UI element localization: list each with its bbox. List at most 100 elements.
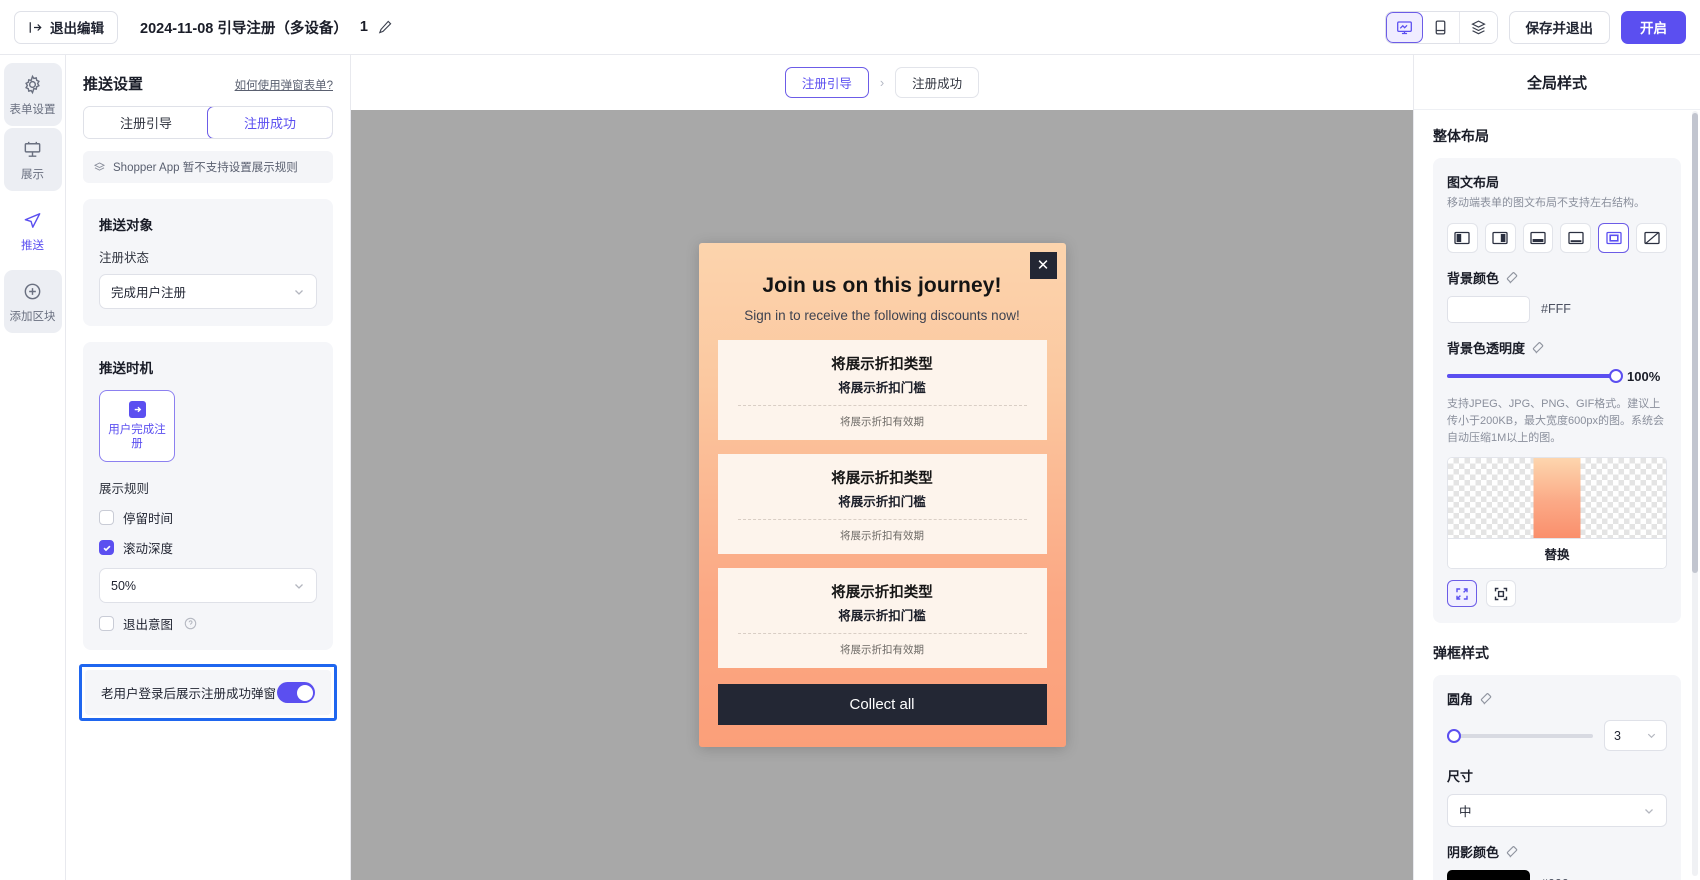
coupon-threshold: 将展示折扣门槛 [838,495,926,509]
popup-close-button[interactable]: ✕ [1029,252,1057,279]
timing-card: 推送时机 用户完成注册 展示规则 停留时间 滚动深度 50% 退出意图 [83,342,333,650]
tab-signup-success[interactable]: 注册成功 [207,107,332,138]
returning-user-popup-toggle[interactable] [277,682,315,703]
right-panel-scrollbar[interactable] [1692,113,1698,573]
document-title-text: 2024-11-08 引导注册（多设备） [140,20,348,37]
coupon-type: 将展示折扣类型 [831,471,933,487]
device-mobile-button[interactable] [1422,11,1460,43]
collect-all-button[interactable]: Collect all [717,684,1047,725]
rule-scroll-depth[interactable]: 滚动深度 [99,538,317,557]
global-style-content: 整体布局 图文布局 移动端表单的图文布局不支持左右结构。 背景颜色 #FFF 背… [1414,110,1700,880]
layout-image-background-button[interactable] [1598,222,1630,253]
device-preview-group [1384,10,1498,44]
dwell-time-checkbox[interactable] [99,510,114,525]
replace-image-button[interactable]: 替换 [1448,538,1666,569]
step-signup-success[interactable]: 注册成功 [895,67,980,98]
no-image-icon [1643,231,1660,245]
canvas-steps: 注册引导 › 注册成功 [351,55,1413,110]
display-rules-title: 展示规则 [99,482,150,496]
reset-eraser-icon[interactable] [1532,341,1545,354]
bg-color-swatch[interactable] [1447,295,1530,323]
help-circle-icon[interactable] [184,617,197,630]
shadow-color-row: #000 [1447,870,1667,880]
layout-image-top-button[interactable] [1522,222,1554,253]
exit-intent-checkbox[interactable] [99,616,114,631]
rule-exit-intent[interactable]: 退出意图 [99,614,317,633]
edit-pencil-icon[interactable] [377,19,393,35]
save-and-exit-button[interactable]: 保存并退出 [1508,10,1610,44]
toggle-knob [296,684,313,701]
reset-eraser-icon[interactable] [1506,845,1519,858]
radius-label-row: 圆角 [1447,689,1667,708]
scroll-depth-value: 50% [111,578,137,593]
signup-status-label: 注册状态 [99,251,150,265]
reset-eraser-icon[interactable] [1506,271,1519,284]
panel-title: 推送设置 [83,76,144,93]
bg-opacity-row: 100% [1447,369,1667,384]
layout-image-right-button[interactable] [1484,222,1516,253]
chevron-down-icon [1647,733,1656,739]
step-signup-guide[interactable]: 注册引导 [784,67,869,98]
returning-user-popup-row[interactable]: 老用户登录后展示注册成功弹窗 [85,670,331,715]
tab-signup-guide[interactable]: 注册引导 [84,107,208,138]
bg-color-row: #FFF [1447,295,1667,323]
radius-slider[interactable] [1447,728,1593,743]
layout-image-left-button[interactable] [1447,222,1478,253]
layers-icon [93,161,106,171]
radius-row: 3 [1447,720,1667,752]
coupon-type: 将展示折扣类型 [831,585,933,601]
signup-status-select[interactable]: 完成用户注册 [99,274,317,309]
coupon-divider [737,633,1027,634]
reset-eraser-icon[interactable] [1480,692,1493,705]
rail-item-add-block[interactable]: 添加区块 [3,270,62,333]
document-number: 1 [359,19,368,35]
radius-knob[interactable] [1447,728,1462,743]
layout-no-image-button[interactable] [1636,222,1667,253]
layout-image-bottom-button[interactable] [1560,222,1592,253]
help-link[interactable]: 如何使用弹窗表单? [235,77,333,93]
thumbnail-gradient [1533,458,1581,539]
app-root: 退出编辑 2024-11-08 引导注册（多设备） 1 保存并退出 开启 表单设… [0,0,1700,880]
rail-label-add-block: 添加区块 [9,311,56,323]
scroll-depth-checkbox[interactable] [99,540,114,555]
scroll-depth-select[interactable]: 50% [99,568,317,603]
rail-item-push[interactable]: 推送 [4,199,62,262]
shadow-color-label: 阴影颜色 [1447,845,1500,861]
preview-stage: ✕ Join us on this journey! Sign in to re… [351,110,1413,880]
rail-label-form-settings: 表单设置 [9,104,56,116]
coupon-validity: 将展示折扣有效期 [840,530,924,542]
publish-button[interactable]: 开启 [1621,10,1686,44]
trigger-tile-signup-complete[interactable]: 用户完成注册 [99,390,175,462]
exit-edit-button[interactable]: 退出编辑 [14,10,118,44]
image-right-icon [1492,231,1508,245]
popup-subheadline: Sign in to receive the following discoun… [744,308,1020,323]
bg-color-label-row: 背景颜色 [1447,268,1667,287]
canvas-column: 注册引导 › 注册成功 ✕ Join us on this journey! S… [351,55,1413,880]
device-multi-button[interactable] [1459,11,1497,43]
step-separator: › [879,75,885,90]
radius-select[interactable]: 3 [1604,720,1667,752]
device-desktop-button[interactable] [1385,11,1423,43]
coupon-card[interactable]: 将展示折扣类型 将展示折扣门槛 将展示折扣有效期 [717,454,1047,554]
bg-opacity-knob[interactable] [1609,369,1623,384]
coupon-card[interactable]: 将展示折扣类型 将展示折扣门槛 将展示折扣有效期 [717,568,1047,668]
coupon-divider [737,519,1027,520]
left-rail: 表单设置 展示 推送 添加区块 [0,55,66,880]
fit-cover-button[interactable] [1447,580,1477,608]
rule-dwell-time[interactable]: 停留时间 [99,508,317,527]
coupon-list: 将展示折扣类型 将展示折扣门槛 将展示折扣有效期 将展示折扣类型 将展示折扣门槛… [699,340,1066,668]
popup-headline: Join us on this journey! [762,274,1002,297]
bg-opacity-slider[interactable] [1447,369,1623,384]
fit-contain-button[interactable] [1486,580,1516,608]
shadow-color-swatch[interactable] [1447,870,1530,880]
overall-layout-card: 图文布局 移动端表单的图文布局不支持左右结构。 背景颜色 #FFF 背景色透明度… [1433,158,1681,624]
coupon-threshold: 将展示折扣门槛 [838,381,926,395]
bg-opacity-fill [1447,374,1616,379]
rail-item-form-settings[interactable]: 表单设置 [3,63,62,126]
size-value: 中 [1459,805,1472,820]
shadow-label-row: 阴影颜色 [1447,842,1667,861]
image-bottom-icon [1568,231,1584,245]
rail-item-display[interactable]: 展示 [3,128,62,191]
size-select[interactable]: 中 [1447,794,1667,828]
coupon-card[interactable]: 将展示折扣类型 将展示折扣门槛 将展示折扣有效期 [717,340,1047,440]
